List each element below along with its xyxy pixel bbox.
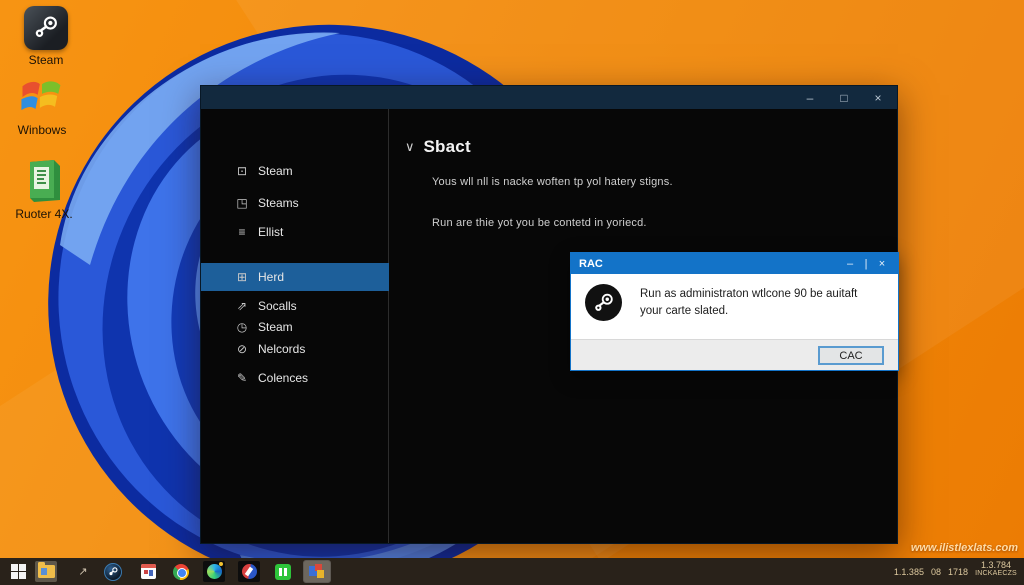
tray-clock[interactable]: 1.3.784 INCKAECZS [970, 560, 1022, 578]
desktop-icon-windows[interactable]: Winbows [4, 72, 80, 137]
windows-start-icon [11, 564, 26, 579]
steam-circle-icon [104, 563, 122, 581]
minimize-button[interactable]: – [801, 89, 819, 107]
description-line-1: Yous wll nll is nacke woften tp yol hate… [432, 176, 673, 188]
maximize-button[interactable]: □ [835, 89, 853, 107]
folder-icon [38, 565, 55, 578]
desktop-icon-label: Steam [29, 54, 64, 67]
compass-app-button[interactable] [238, 561, 260, 582]
tray-clock-bottom: INCKAECZS [970, 570, 1022, 578]
blocked-circle-icon: ⊘ [234, 342, 250, 356]
monitor-icon: ⊡ [234, 164, 250, 178]
calendar-icon [141, 564, 156, 579]
sidebar-item-label: Colences [258, 371, 308, 385]
list-icon: ≡ [234, 225, 250, 239]
hidden-icons-button[interactable]: ↗ [72, 561, 94, 582]
dialog-body: Run as administraton wtlcone 90 be auita… [571, 274, 898, 339]
steam-logo-icon [585, 284, 622, 321]
taskbar: ↗ 1.1.385 08 1718 1.3.784 INCKAECZS [0, 558, 1024, 585]
steam-logo-icon [24, 6, 68, 50]
section-heading: Sbact [424, 137, 471, 157]
dialog-title: RAC [579, 258, 842, 270]
tray-value-1: 1.1.385 [894, 567, 924, 577]
dialog-titlebar[interactable]: RAC – | × [571, 253, 898, 274]
chevron-down-icon[interactable]: ∨ [405, 139, 415, 155]
sidebar-item-steam[interactable]: ⊡ Steam [201, 160, 389, 182]
clock-icon: ◷ [234, 320, 250, 334]
green-file-icon [24, 158, 64, 204]
sidebar-item-label: Ellist [258, 225, 283, 239]
dialog-message: Run as administraton wtlcone 90 be auita… [640, 282, 886, 335]
system-tray[interactable]: 1.1.385 08 1718 [894, 558, 968, 585]
desktop-icon-steam[interactable]: Steam [8, 6, 84, 67]
sidebar-item-herd[interactable]: ⊞ Herd [201, 263, 389, 291]
desktop-icon-label: Winbows [18, 124, 67, 137]
controller-icon: ◳ [234, 196, 250, 210]
sidebar-item-label: Steam [258, 320, 293, 334]
grid-icon: ⊞ [234, 270, 250, 284]
sidebar-item-steam-2[interactable]: ◷ Steam [201, 316, 389, 338]
windows-flag-icon [16, 72, 68, 120]
green-media-icon [275, 564, 291, 580]
cac-button[interactable]: CAC [818, 346, 884, 365]
compass-icon [242, 564, 257, 579]
tray-value-3: 1718 [948, 567, 968, 577]
description-line-2: Run are thie yot you be contetd in yorie… [432, 217, 647, 229]
calendar-app-button[interactable] [137, 561, 159, 582]
arrow-icon: ↗ [78, 565, 87, 578]
sidebar-item-label: Steams [258, 196, 299, 210]
desktop-icon-ruoter[interactable]: Ruoter 4X. [6, 158, 82, 221]
chrome-button[interactable] [170, 561, 192, 582]
sidebar-item-ellist[interactable]: ≡ Ellist [201, 221, 389, 243]
steam-taskbar-button[interactable] [102, 561, 124, 582]
sidebar-item-label: Nelcords [258, 342, 305, 356]
media-app-button[interactable] [272, 561, 294, 582]
window-titlebar[interactable]: – □ × [201, 86, 897, 109]
tray-clock-top: 1.3.784 [970, 560, 1022, 570]
desktop-icon-label: Ruoter 4X. [15, 208, 72, 221]
sidebar-item-socalls[interactable]: ⇗ Socalls [201, 295, 389, 317]
sidebar-item-label: Socalls [258, 299, 297, 313]
pencil-icon: ✎ [234, 371, 250, 385]
dialog-minimize-button[interactable]: – [842, 258, 858, 270]
active-app-button[interactable] [304, 561, 330, 582]
sidebar-item-colences[interactable]: ✎ Colences [201, 367, 389, 389]
watermark-text: www.ilistlexlats.com [911, 542, 1018, 554]
chrome-icon [173, 564, 189, 580]
dialog-footer: CAC [571, 339, 898, 370]
colorful-app-icon [309, 564, 325, 579]
sidebar: ⊡ Steam ◳ Steams ≡ Ellist ⊞ Herd ⇗ Socal… [201, 109, 389, 543]
tray-value-2: 08 [931, 567, 941, 577]
file-explorer-button[interactable] [35, 561, 57, 582]
browser-app-button[interactable] [203, 561, 225, 582]
close-button[interactable]: × [869, 89, 887, 107]
share-arrow-icon: ⇗ [234, 299, 250, 313]
dialog-close-button[interactable]: × [874, 258, 890, 270]
sidebar-item-steams[interactable]: ◳ Steams [201, 192, 389, 214]
sidebar-item-label: Herd [258, 270, 284, 284]
sidebar-item-label: Steam [258, 164, 293, 178]
sidebar-item-nelcords[interactable]: ⊘ Nelcords [201, 338, 389, 360]
start-button[interactable] [7, 561, 29, 582]
globe-browser-icon [207, 564, 222, 579]
rac-dialog: RAC – | × Run as administraton wtlcone 9… [570, 252, 899, 371]
dialog-divider-glyph: | [858, 258, 874, 270]
